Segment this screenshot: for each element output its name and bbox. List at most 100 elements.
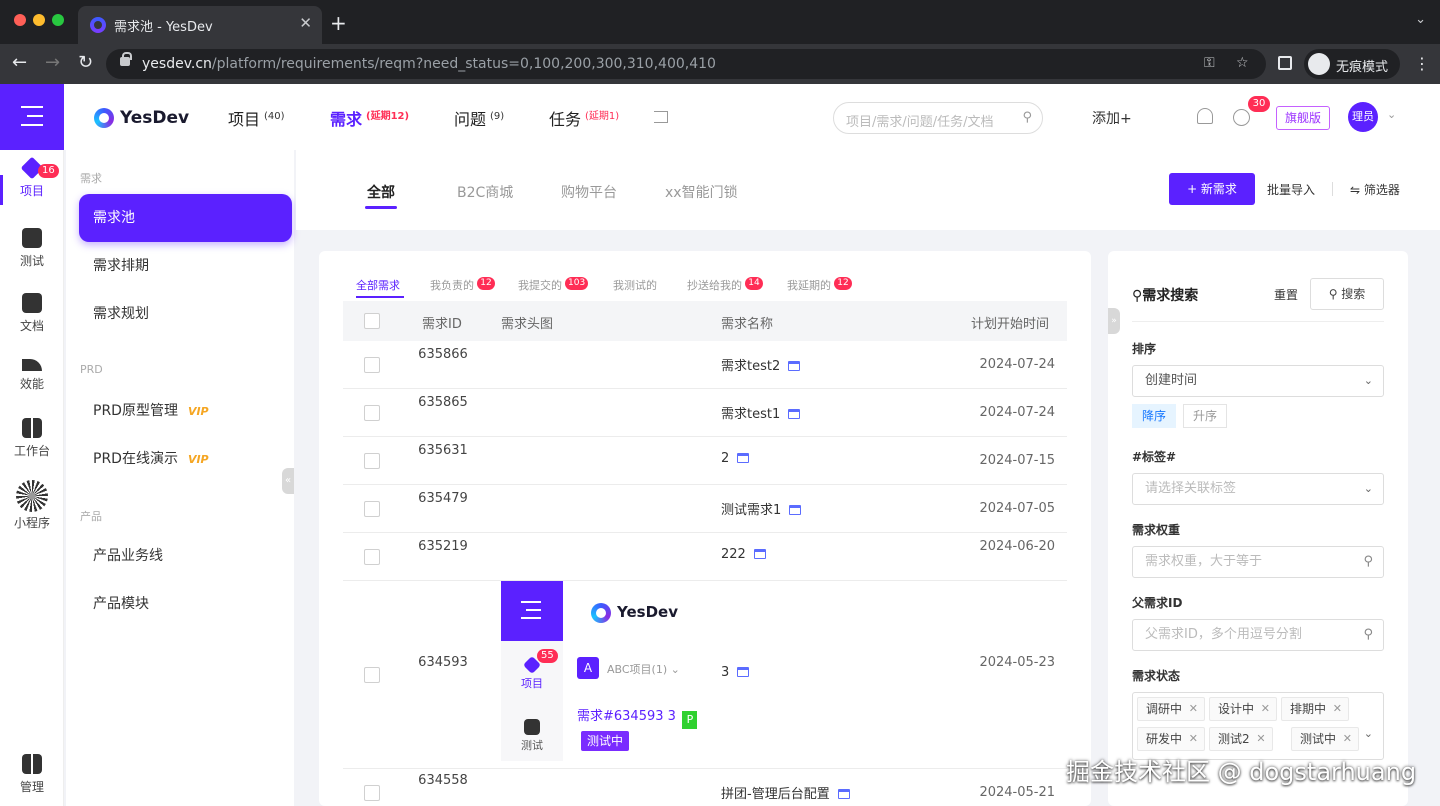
cell-name[interactable]: 拼团-管理后台配置 [721,783,850,802]
table-row[interactable]: 635479 测试需求1 2024-07-05 [343,485,1067,533]
tab-search-chevron-icon[interactable]: ⌄ [1415,12,1426,27]
subtab-assigned[interactable]: 我负责的 12 [430,277,495,293]
new-tab-button[interactable]: + [330,11,347,35]
close-window-button[interactable] [14,14,26,26]
weight-input[interactable]: 需求权重，大于等于 ⚲ [1132,546,1384,578]
row-checkbox[interactable] [364,357,380,373]
tab-smart-lock[interactable]: xx智能门锁 [665,182,738,202]
close-icon[interactable]: ✕ [1333,698,1342,720]
sidebar-item-test[interactable]: 测试 [0,228,64,269]
status-multiselect[interactable]: 调研中 ✕ 设计中 ✕ 排期中 ✕ 研发中 ✕ 测试2 ✕ 测试中 ✕ ⌄ [1132,692,1384,760]
table-row[interactable]: 635866 需求test2 2024-07-24 [343,341,1067,389]
table-row[interactable]: 635631 2 2024-07-15 [343,437,1067,485]
calendar-icon[interactable] [788,361,801,371]
column-header-name[interactable]: 需求名称 [721,313,773,332]
new-requirement-button[interactable]: + 新需求 [1169,173,1255,205]
table-row[interactable]: 635219 222 2024-06-20 [343,533,1067,581]
calendar-icon[interactable] [837,789,850,799]
table-row[interactable]: 634558 拼团-管理后台配置 2024-05-21 [343,769,1067,806]
calendar-icon[interactable] [737,453,750,463]
parent-id-input[interactable]: 父需求ID，多个用逗号分割 ⚲ [1132,619,1384,651]
browser-tab[interactable]: 需求池 - YesDev ✕ [78,6,322,44]
search-icon[interactable]: ⚲ [1022,110,1032,125]
sidebar-item-workbench[interactable]: 工作台 [0,418,64,459]
sidebar-item-manage[interactable]: 管理 [0,754,64,795]
close-icon[interactable]: ✕ [1256,728,1265,750]
tab-shopping[interactable]: 购物平台 [561,182,617,202]
filter-search-button[interactable]: ⚲ 搜索 [1310,278,1384,310]
subnav-item-prd-manage[interactable]: PRD原型管理 VIP [79,387,292,435]
calendar-icon[interactable] [788,409,801,419]
address-bar[interactable]: yesdev.cn/platform/requirements/reqm?nee… [106,49,1266,79]
calendar-icon[interactable] [753,549,766,559]
subnav-item-pool[interactable]: 需求池 [79,194,292,242]
subtab-submitted[interactable]: 我提交的 103 [518,277,589,293]
clock-icon[interactable] [1233,109,1250,126]
requirement-thumbnail[interactable]: YesDev 55 项目 测试 A ABC项目(1) ⌄ 需求#634593 3… [501,581,697,761]
nav-project[interactable]: 项目 (40) [228,106,285,130]
incognito-indicator[interactable]: 无痕模式 [1304,49,1400,79]
sort-asc-button[interactable]: 升序 [1183,404,1228,428]
row-checkbox[interactable] [364,453,380,469]
close-icon[interactable]: ✕ [1189,698,1198,720]
calendar-icon[interactable] [737,667,750,677]
collapse-sidebar-handle[interactable]: « [282,468,294,494]
tab-b2c[interactable]: B2C商城 [457,182,513,202]
cell-name[interactable]: 需求test2 [721,355,801,374]
exit-icon[interactable] [654,111,668,123]
table-row[interactable]: 634593 YesDev 55 项目 测试 A ABC项目(1) ⌄ 需求#6… [343,581,1067,769]
subnav-item-planning[interactable]: 需求规划 [79,290,292,338]
subnav-item-schedule[interactable]: 需求排期 [79,242,292,290]
key-icon[interactable]: ⚿ [1204,55,1215,71]
nav-issue[interactable]: 问题 (9) [454,106,504,130]
subtab-all[interactable]: 全部需求 [356,277,400,293]
tag-select[interactable]: 请选择关联标签 ⌄ [1132,473,1384,505]
minimize-window-button[interactable] [33,14,45,26]
side-panel-icon[interactable] [1278,56,1292,70]
add-button[interactable]: 添加+ [1092,108,1132,128]
browser-menu-icon[interactable]: ⋮ [1414,54,1430,73]
sidebar-item-project[interactable]: 16 项目 [0,156,64,205]
cell-name[interactable]: 2 [721,451,750,466]
edition-badge[interactable]: 旗舰版 [1276,106,1330,130]
row-checkbox[interactable] [364,549,380,565]
collapse-filter-handle[interactable]: » [1108,308,1120,334]
nav-requirement[interactable]: 需求 (延期12) [330,106,409,130]
subtab-cc[interactable]: 抄送给我的 14 [687,277,763,293]
cell-name[interactable]: 3 [721,665,750,680]
tab-close-icon[interactable]: ✕ [299,14,312,32]
sort-select[interactable]: 创建时间 ⌄ [1132,365,1384,397]
subtab-delayed[interactable]: 我延期的 12 [787,277,852,293]
bell-icon[interactable] [1197,108,1213,124]
row-checkbox[interactable] [364,667,380,683]
reload-icon[interactable]: ↻ [78,52,93,73]
chevron-down-icon[interactable]: ⌄ [1387,108,1396,121]
sort-desc-button[interactable]: 降序 [1132,404,1177,428]
chevron-down-icon[interactable]: ⌄ [1364,727,1373,740]
cell-name[interactable]: 需求test1 [721,403,801,422]
batch-import-button[interactable]: 批量导入 [1267,181,1315,198]
row-checkbox[interactable] [364,405,380,421]
select-all-checkbox[interactable] [364,313,380,329]
column-header-id[interactable]: 需求ID [422,313,462,332]
subnav-item-module[interactable]: 产品模块 [79,580,292,628]
bookmark-star-icon[interactable]: ☆ [1236,55,1249,71]
row-checkbox[interactable] [364,785,380,801]
subnav-item-prd-demo[interactable]: PRD在线演示 VIP [79,435,292,483]
row-checkbox[interactable] [364,501,380,517]
tab-all[interactable]: 全部 [367,182,395,202]
cell-name[interactable]: 测试需求1 [721,499,802,518]
subnav-item-business-line[interactable]: 产品业务线 [79,532,292,580]
avatar[interactable]: 理员 [1348,102,1378,132]
subtab-testing[interactable]: 我测试的 [613,277,657,293]
cell-name[interactable]: 222 [721,547,766,562]
filter-toggle-button[interactable]: ⇋ 筛选器 [1350,181,1400,198]
sidebar-item-efficiency[interactable]: 效能 [0,353,64,392]
nav-task[interactable]: 任务 (延期1) [549,106,619,130]
close-icon[interactable]: ✕ [1343,728,1352,750]
reset-button[interactable]: 重置 [1274,286,1298,303]
column-header-start-date[interactable]: 计划开始时间 [971,313,1049,332]
back-arrow-icon[interactable]: ← [12,52,27,73]
close-icon[interactable]: ✕ [1261,698,1270,720]
global-search-input[interactable]: 项目/需求/问题/任务/文档 ⚲ [833,102,1043,134]
